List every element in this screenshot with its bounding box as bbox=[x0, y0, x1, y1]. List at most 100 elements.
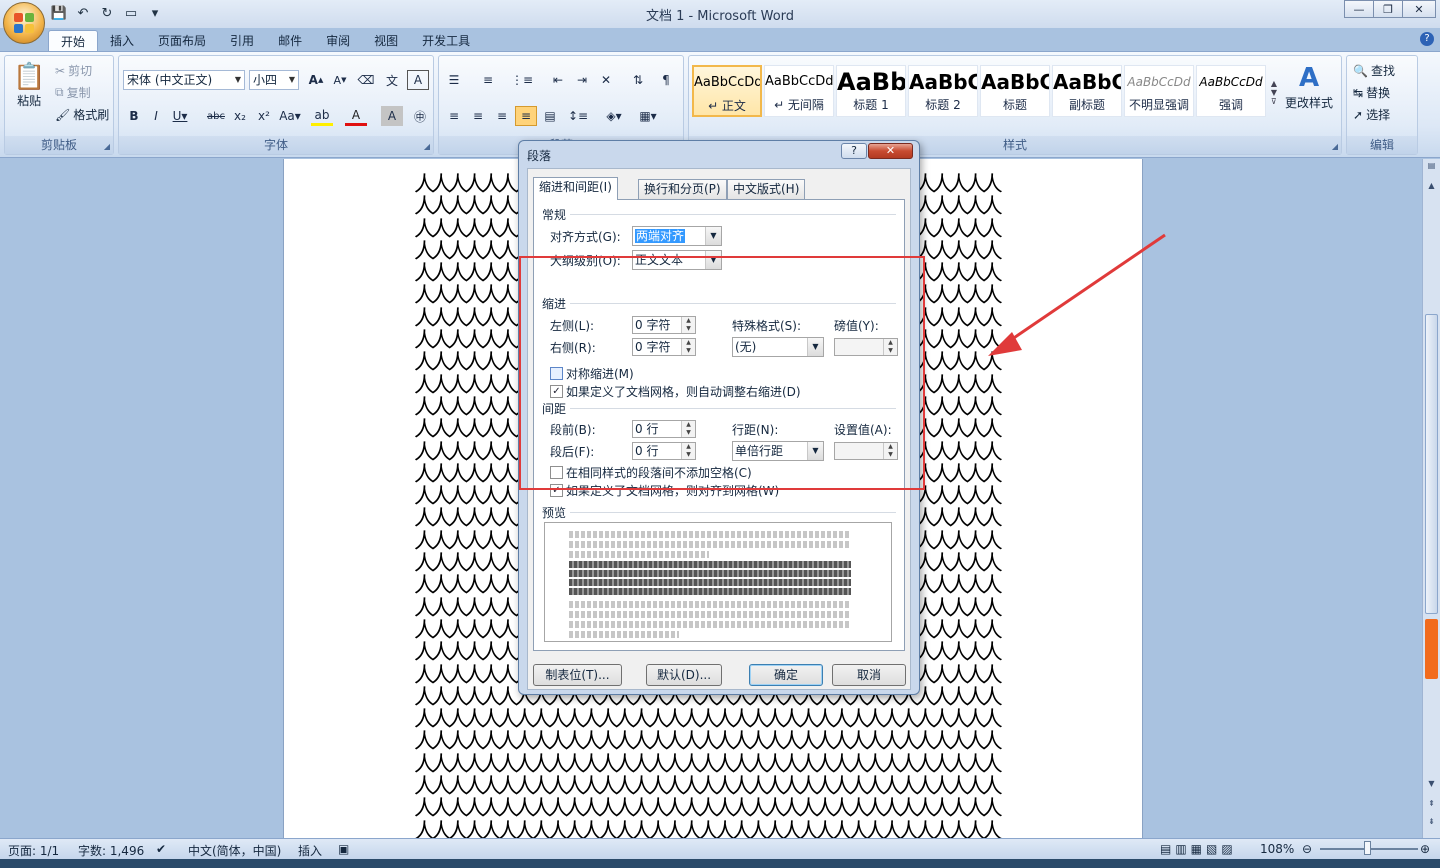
tab-insert[interactable]: 插入 bbox=[98, 30, 146, 52]
tab-line-page-breaks[interactable]: 换行和分页(P) bbox=[638, 179, 727, 199]
style-normal[interactable]: AaBbCcDd ↵ 正文 bbox=[692, 65, 762, 117]
show-marks-icon[interactable]: ¶ bbox=[655, 70, 677, 90]
multilevel-list-icon[interactable]: ⋮≡ bbox=[511, 70, 533, 90]
align-right-icon[interactable]: ≡ bbox=[491, 106, 513, 126]
select-button[interactable]: ➚ 选择 bbox=[1353, 106, 1390, 123]
word-count[interactable]: 字数: 1,496 bbox=[78, 842, 144, 859]
style-subtitle[interactable]: AaBbC 副标题 bbox=[1052, 65, 1122, 117]
zoom-slider-thumb[interactable] bbox=[1364, 841, 1371, 855]
shading-icon[interactable]: ◈▾ bbox=[603, 106, 625, 126]
change-case-icon[interactable]: Aa▾ bbox=[279, 106, 301, 126]
dialog-help-button[interactable]: ? bbox=[841, 143, 867, 159]
chevron-down-icon[interactable]: ▼ bbox=[286, 71, 298, 89]
cancel-button[interactable]: 取消 bbox=[832, 664, 906, 686]
font-name-combo[interactable]: 宋体 (中文正文) ▼ bbox=[123, 70, 245, 90]
numbering-icon[interactable]: ≡ bbox=[477, 70, 499, 90]
tab-review[interactable]: 审阅 bbox=[314, 30, 362, 52]
office-button[interactable] bbox=[3, 2, 45, 44]
increase-indent-icon[interactable]: ⇥ bbox=[571, 70, 593, 90]
asian-layout-icon[interactable]: ✕ bbox=[595, 70, 617, 90]
phonetic-guide-icon[interactable]: 文 bbox=[381, 70, 403, 90]
subscript-icon[interactable]: x₂ bbox=[229, 106, 251, 126]
cut-button[interactable]: ✂ 剪切 bbox=[55, 62, 92, 79]
grow-font-icon[interactable]: A ▲ bbox=[305, 70, 327, 90]
alignment-select[interactable]: 两端对齐 ▼ bbox=[632, 226, 722, 246]
style-subtle-emphasis[interactable]: AaBbCcDd 不明显强调 bbox=[1124, 65, 1194, 117]
set-default-button[interactable]: 默认(D)... bbox=[646, 664, 722, 686]
maximize-button[interactable]: ❐ bbox=[1373, 0, 1403, 18]
styles-scroll-icon[interactable]: ▲ ▼ ⊽ bbox=[1267, 64, 1281, 120]
insert-mode[interactable]: 插入 bbox=[298, 842, 322, 859]
strikethrough-icon[interactable]: abc bbox=[205, 106, 227, 126]
tab-indents-spacing[interactable]: 缩进和间距(I) bbox=[533, 177, 618, 200]
zoom-in-icon[interactable]: ⊕ bbox=[1420, 842, 1430, 856]
dialog-launcher-icon[interactable]: ◢ bbox=[104, 142, 110, 151]
style-title[interactable]: AaBbC 标题 bbox=[980, 65, 1050, 117]
char-shading-icon[interactable]: A bbox=[381, 106, 403, 126]
tab-references[interactable]: 引用 bbox=[218, 30, 266, 52]
proofing-icon[interactable]: ✔ bbox=[156, 842, 166, 856]
superscript-icon[interactable]: x² bbox=[253, 106, 275, 126]
close-window-button[interactable]: ✕ bbox=[1402, 0, 1436, 18]
shrink-font-icon[interactable]: A ▼ bbox=[329, 70, 351, 90]
preview-line bbox=[569, 631, 679, 638]
justify-icon[interactable]: ≡ bbox=[515, 106, 537, 126]
font-color-icon[interactable]: A bbox=[345, 106, 367, 126]
scroll-thumb[interactable] bbox=[1425, 314, 1438, 614]
ok-button[interactable]: 确定 bbox=[749, 664, 823, 686]
style-heading-1[interactable]: AaBb 标题 1 bbox=[836, 65, 906, 117]
scroll-up-icon[interactable]: ▲ bbox=[1425, 181, 1438, 194]
zoom-level[interactable]: 108% bbox=[1260, 842, 1294, 856]
dialog-launcher-icon[interactable]: ◢ bbox=[424, 142, 430, 151]
copy-button[interactable]: ⧉ 复制 bbox=[55, 84, 91, 101]
tab-view[interactable]: 视图 bbox=[362, 30, 410, 52]
style-heading-2[interactable]: AaBbC 标题 2 bbox=[908, 65, 978, 117]
zoom-out-icon[interactable]: ⊖ bbox=[1302, 842, 1312, 856]
replace-button[interactable]: ↹ 替换 bbox=[1353, 84, 1390, 101]
underline-icon[interactable]: U▾ bbox=[169, 106, 191, 126]
macro-record-icon[interactable]: ▣ bbox=[338, 842, 349, 856]
tab-developer[interactable]: 开发工具 bbox=[410, 30, 482, 52]
prev-page-icon[interactable]: ⇞ bbox=[1425, 799, 1438, 812]
decrease-indent-icon[interactable]: ⇤ bbox=[547, 70, 569, 90]
chevron-down-icon[interactable]: ▼ bbox=[705, 227, 721, 245]
align-left-icon[interactable]: ≡ bbox=[443, 106, 465, 126]
tab-mailings[interactable]: 邮件 bbox=[266, 30, 314, 52]
dialog-close-button[interactable]: ✕ bbox=[868, 143, 913, 159]
line-spacing-icon[interactable]: ↕≡ bbox=[567, 106, 589, 126]
dialog-launcher-icon[interactable]: ◢ bbox=[1332, 142, 1338, 151]
tab-page-layout[interactable]: 页面布局 bbox=[146, 30, 218, 52]
find-button[interactable]: 🔍 查找 bbox=[1353, 62, 1395, 79]
style-no-spacing[interactable]: AaBbCcDd ↵ 无间隔 bbox=[764, 65, 834, 117]
scroll-down-icon[interactable]: ▼ bbox=[1425, 779, 1438, 792]
bold-icon[interactable]: B bbox=[123, 106, 145, 126]
tab-home[interactable]: 开始 bbox=[48, 30, 99, 52]
paste-button[interactable]: 📋 粘贴 bbox=[13, 62, 45, 109]
chevron-down-icon[interactable]: ▼ bbox=[232, 71, 244, 89]
view-buttons-icon[interactable]: ▤▥▦▧▨ bbox=[1160, 842, 1237, 856]
minimize-button[interactable]: — bbox=[1344, 0, 1374, 18]
help-icon[interactable]: ? bbox=[1420, 32, 1434, 46]
scroll-marker bbox=[1425, 619, 1438, 679]
borders-icon[interactable]: ▦▾ bbox=[637, 106, 659, 126]
style-emphasis[interactable]: AaBbCcDd 强调 bbox=[1196, 65, 1266, 117]
page-count[interactable]: 页面: 1/1 bbox=[8, 842, 59, 859]
char-border-icon[interactable]: A bbox=[407, 70, 429, 90]
enclose-char-icon[interactable]: ㊥ bbox=[409, 106, 431, 126]
tabs-button[interactable]: 制表位(T)... bbox=[533, 664, 622, 686]
italic-icon[interactable]: I bbox=[145, 106, 167, 126]
change-styles-button[interactable]: A 更改样式 bbox=[1285, 62, 1333, 111]
distributed-icon[interactable]: ▤ bbox=[539, 106, 561, 126]
sort-icon[interactable]: ⇅ bbox=[627, 70, 649, 90]
format-painter-button[interactable]: 🖌 格式刷 bbox=[55, 106, 109, 123]
tab-asian-typography[interactable]: 中文版式(H) bbox=[727, 179, 806, 199]
next-page-icon[interactable]: ⇟ bbox=[1425, 817, 1438, 830]
highlight-icon[interactable]: ab bbox=[311, 106, 333, 126]
align-center-icon[interactable]: ≡ bbox=[467, 106, 489, 126]
clear-format-icon[interactable]: ⌫ bbox=[355, 70, 377, 90]
font-size-combo[interactable]: 小四 ▼ bbox=[249, 70, 299, 90]
vertical-scrollbar[interactable]: ▤ ▲ ▼ ⇞ ⇟ bbox=[1422, 159, 1440, 838]
bullets-icon[interactable]: ☰ bbox=[443, 70, 465, 90]
language-indicator[interactable]: 中文(简体，中国) bbox=[188, 842, 281, 859]
ruler-toggle-icon[interactable]: ▤ bbox=[1425, 161, 1438, 174]
